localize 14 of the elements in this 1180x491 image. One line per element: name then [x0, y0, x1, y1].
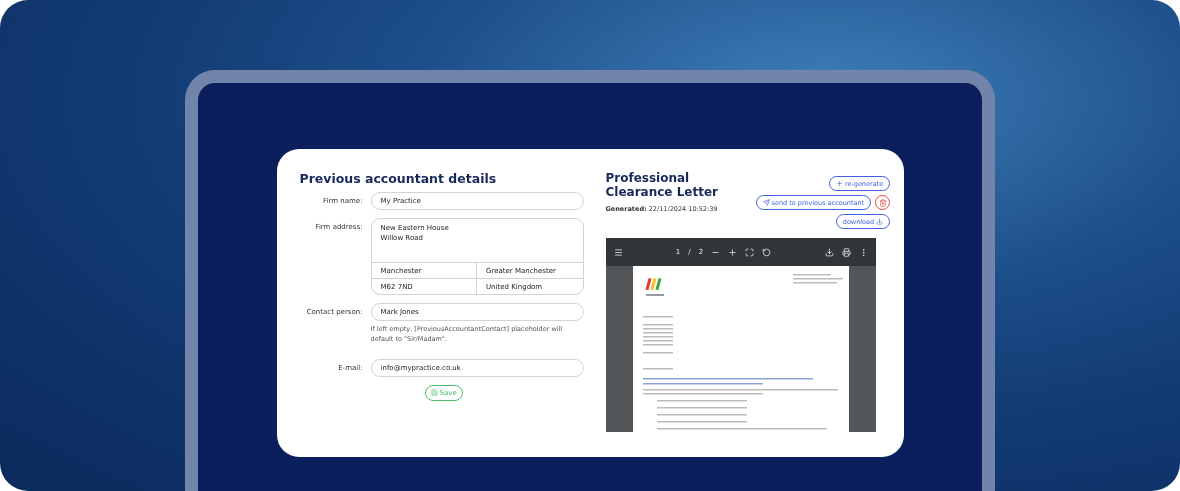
rotate-icon[interactable] [762, 247, 772, 257]
print-icon[interactable] [841, 247, 851, 257]
save-icon [430, 389, 438, 397]
send-icon [762, 199, 770, 206]
section-title: Professional Clearance Letter [605, 171, 719, 200]
plus-icon [835, 180, 843, 187]
trash-icon [878, 198, 887, 207]
section-title: Previous accountant details [299, 171, 498, 186]
zoom-in-icon[interactable] [728, 247, 738, 257]
fit-page-icon[interactable] [745, 247, 755, 257]
download-icon[interactable] [824, 247, 834, 257]
menu-icon[interactable] [613, 247, 623, 257]
delete-button[interactable] [875, 195, 891, 210]
download-icon [876, 218, 884, 225]
